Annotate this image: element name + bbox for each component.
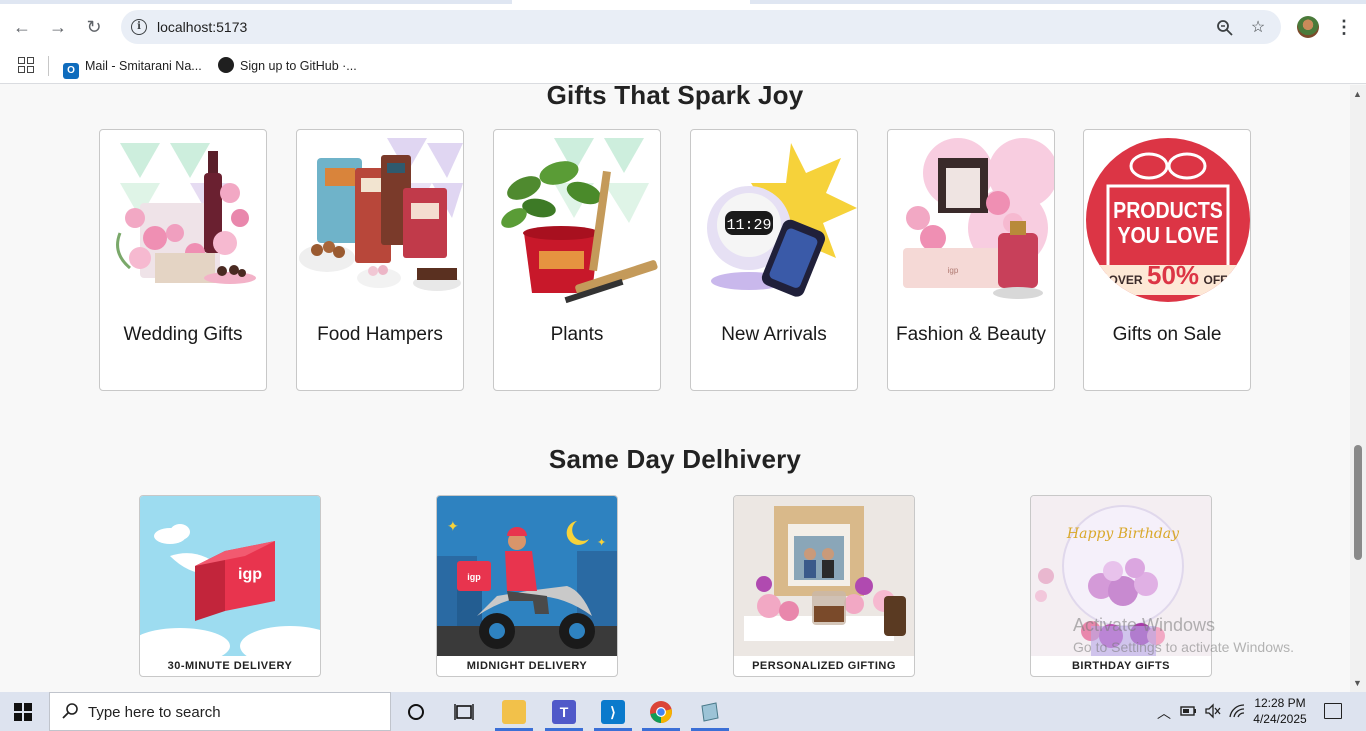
category-card-fashion[interactable]: igp Fashion & Beauty bbox=[887, 129, 1055, 391]
chrome-icon[interactable] bbox=[649, 700, 673, 724]
file-explorer-icon[interactable] bbox=[502, 700, 526, 724]
watermark-subtitle: Go to Settings to activate Windows. bbox=[1073, 639, 1294, 655]
personalized-gifting-image bbox=[734, 496, 914, 656]
taskbar-search-placeholder: Type here to search bbox=[88, 704, 221, 721]
delivery-label: PERSONALIZED GIFTING bbox=[752, 660, 896, 672]
fashion-beauty-image: igp bbox=[903, 138, 1054, 299]
sale-suffix: OFF bbox=[1203, 273, 1228, 287]
midnight-delivery-image: ✦ ✦ igp bbox=[437, 496, 617, 656]
plants-image bbox=[501, 138, 658, 304]
scrollbar-thumb[interactable] bbox=[1354, 445, 1362, 560]
windows-start-icon[interactable] bbox=[14, 703, 32, 721]
delivery-label: MIDNIGHT DELIVERY bbox=[466, 660, 588, 672]
sale-line-1: PRODUCTS bbox=[1113, 197, 1223, 223]
delivery-card-midnight[interactable]: ✦ ✦ igp MIDNIGHT DELIVERY bbox=[436, 495, 618, 677]
svg-text:11:29: 11:29 bbox=[726, 217, 771, 234]
search-icon bbox=[62, 702, 80, 725]
category-card-food[interactable]: Food Hampers bbox=[296, 129, 464, 391]
app-generic-icon[interactable] bbox=[698, 700, 722, 724]
profile-avatar[interactable] bbox=[1297, 16, 1319, 38]
bookmark-github-label: Sign up to GitHub ·... bbox=[240, 59, 357, 73]
delivery-label: 30-MINUTE DELIVERY bbox=[167, 660, 293, 672]
category-card-sale[interactable]: PRODUCTS YOU LOVE OVER 50% OFF Gifts on … bbox=[1083, 129, 1251, 391]
category-label: Food Hampers bbox=[317, 324, 443, 345]
delivery-label: BIRTHDAY GIFTS bbox=[1071, 660, 1171, 672]
thirty-minute-delivery-image: igp bbox=[140, 496, 320, 656]
network-icon[interactable] bbox=[1228, 703, 1246, 722]
windows-taskbar: Type here to search T ⟩ ︿ 12:28 PM 4/24/… bbox=[0, 692, 1366, 731]
task-view-icon[interactable] bbox=[452, 700, 476, 724]
bookmarks-bar: O Mail - Smitarani Na... Sign up to GitHu… bbox=[0, 48, 1366, 84]
scroll-up-arrow-icon[interactable]: ▲ bbox=[1353, 89, 1362, 99]
delivery-card-30-minute[interactable]: igp 30-MINUTE DELIVERY bbox=[139, 495, 321, 677]
bookmark-github[interactable]: Sign up to GitHub ·... bbox=[218, 56, 357, 76]
outlook-icon: O bbox=[63, 63, 79, 79]
notification-center-icon[interactable] bbox=[1324, 703, 1342, 719]
teams-icon[interactable]: T bbox=[552, 700, 576, 724]
svg-text:igp: igp bbox=[948, 266, 959, 275]
delivery-section-title: Same Day Delhivery bbox=[548, 444, 802, 474]
category-label: Gifts on Sale bbox=[1112, 324, 1222, 345]
sale-line-2: YOU LOVE bbox=[1117, 222, 1219, 248]
sale-badge: PRODUCTS YOU LOVE OVER 50% OFF bbox=[1086, 138, 1250, 302]
page-content: Gifts That Spark Joy Wedding Gifts Food … bbox=[0, 85, 1350, 692]
volume-muted-icon[interactable] bbox=[1204, 703, 1222, 722]
back-arrow-icon[interactable]: ← bbox=[10, 15, 34, 39]
category-label: Fashion & Beauty bbox=[896, 324, 1046, 345]
bookmark-star-icon[interactable]: ☆ bbox=[1249, 19, 1267, 37]
watermark-title: Activate Windows bbox=[1073, 615, 1216, 635]
apps-grid-icon[interactable] bbox=[18, 57, 34, 73]
wedding-gifts-image bbox=[116, 143, 256, 284]
zoom-icon[interactable] bbox=[1216, 19, 1234, 37]
scroll-down-arrow-icon[interactable]: ▼ bbox=[1353, 678, 1362, 688]
balloon-text: Happy Birthday bbox=[1066, 526, 1180, 542]
food-hampers-image bbox=[299, 138, 463, 291]
sale-percent: 50% bbox=[1146, 260, 1200, 290]
bookmarks-divider bbox=[48, 56, 49, 76]
category-card-plants[interactable]: Plants bbox=[493, 129, 661, 391]
github-icon bbox=[218, 57, 234, 73]
site-info-icon[interactable]: i bbox=[131, 19, 147, 35]
delivery-card-personalized[interactable]: PERSONALIZED GIFTING bbox=[733, 495, 915, 677]
forward-arrow-icon[interactable]: → bbox=[46, 15, 70, 39]
gifts-section-title: Gifts That Spark Joy bbox=[546, 85, 804, 110]
svg-text:✦: ✦ bbox=[597, 537, 606, 549]
reload-icon[interactable]: ↻ bbox=[82, 15, 106, 39]
clock-date: 4/24/2025 bbox=[1253, 712, 1307, 726]
igp-logo-text: igp bbox=[238, 566, 262, 583]
taskbar-clock[interactable]: 12:28 PM 4/24/2025 bbox=[1250, 695, 1310, 727]
tray-overflow-chevron-icon[interactable]: ︿ bbox=[1157, 703, 1171, 723]
browser-menu-icon[interactable]: ⋮ bbox=[1334, 17, 1354, 37]
battery-icon[interactable] bbox=[1180, 703, 1198, 722]
cortana-icon[interactable] bbox=[404, 700, 428, 724]
category-label: New Arrivals bbox=[721, 324, 827, 345]
activate-windows-watermark: Activate Windows Go to Settings to activ… bbox=[1073, 614, 1294, 658]
address-bar-url[interactable]: localhost:5173 bbox=[157, 19, 247, 35]
taskbar-search-box[interactable]: Type here to search bbox=[49, 692, 391, 731]
category-card-wedding[interactable]: Wedding Gifts bbox=[99, 129, 267, 391]
browser-toolbar: ← → ↻ i localhost:5173 ☆ ⋮ bbox=[0, 4, 1366, 48]
category-label: Wedding Gifts bbox=[123, 324, 243, 345]
clock-time: 12:28 PM bbox=[1254, 696, 1306, 710]
igp-logo-text-2: igp bbox=[467, 572, 481, 582]
sale-prefix: OVER bbox=[1108, 273, 1143, 287]
svg-text:✦: ✦ bbox=[447, 518, 459, 534]
bookmark-mail[interactable]: O Mail - Smitarani Na... bbox=[63, 56, 202, 79]
page-scrollbar[interactable]: ▲ ▼ bbox=[1350, 85, 1366, 692]
vscode-icon[interactable]: ⟩ bbox=[601, 700, 625, 724]
bookmark-mail-label: Mail - Smitarani Na... bbox=[85, 59, 202, 73]
category-label: Plants bbox=[550, 324, 604, 345]
gifts-on-sale-image: PRODUCTS YOU LOVE OVER 50% OFF bbox=[1084, 133, 1250, 308]
new-arrivals-image: 11:29 bbox=[707, 143, 857, 297]
category-card-new-arrivals[interactable]: 11:29 New Arrivals bbox=[690, 129, 858, 391]
address-bar[interactable]: i localhost:5173 ☆ bbox=[121, 10, 1281, 44]
